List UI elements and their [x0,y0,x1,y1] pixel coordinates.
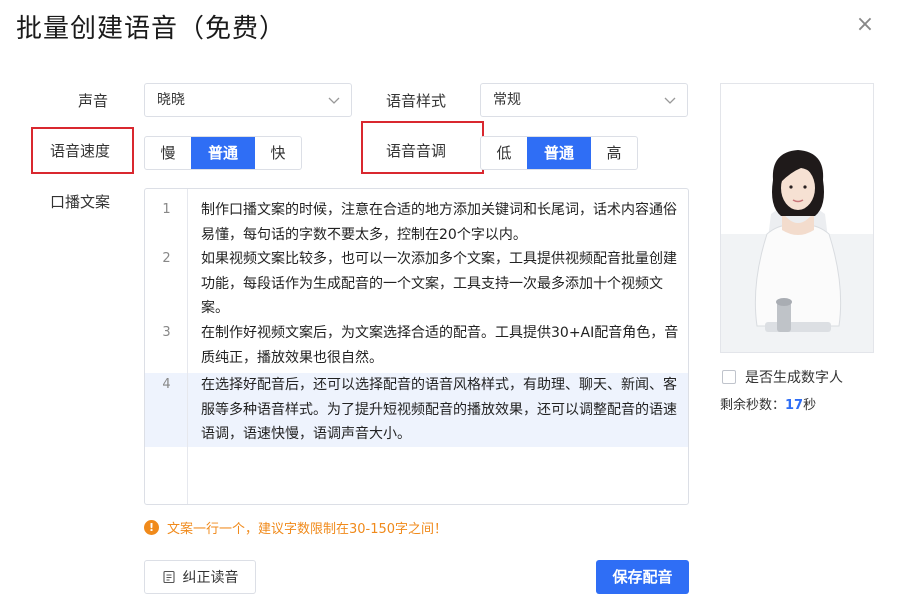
digital-human-avatar [721,84,873,352]
pitch-label: 语音音调 [386,142,447,160]
remaining-seconds-label: 剩余秒数： [720,398,786,413]
warning-icon: ! [144,520,159,535]
pitch-segmented-control: 低 普通 高 [480,136,638,170]
close-icon[interactable]: × [852,12,878,38]
speed-option-normal[interactable]: 普通 [191,137,255,169]
chevron-down-icon [664,97,676,104]
style-label: 语音样式 [386,92,447,110]
remaining-seconds: 剩余秒数：17秒 [720,394,816,413]
style-select-value: 常规 [493,92,521,108]
editor-line: 1 制作口播文案的时候，注意在合适的地方添加关键词和长尾词，话术内容通俗易懂，每… [145,198,688,247]
speed-segmented-control: 慢 普通 快 [144,136,302,170]
speed-option-slow[interactable]: 慢 [145,137,191,169]
remaining-seconds-value: 17 [785,398,804,413]
line-number-gutter [145,189,188,504]
voice-select[interactable]: 晓晓 [144,83,352,117]
speed-label: 语音速度 [50,142,111,160]
chevron-down-icon [328,97,340,104]
script-label: 口播文案 [50,193,111,211]
voice-label: 声音 [78,92,109,110]
line-text: 制作口播文案的时候，注意在合适的地方添加关键词和长尾词，话术内容通俗易懂，每句话… [201,202,677,243]
digital-human-checkbox-label: 是否生成数字人 [745,370,843,386]
document-icon [162,570,175,584]
voice-select-value: 晓晓 [157,92,185,108]
digital-human-checkbox[interactable] [722,370,736,384]
correct-pronunciation-button[interactable]: 纠正读音 [144,560,256,594]
script-editor[interactable]: 1 制作口播文案的时候，注意在合适的地方添加关键词和长尾词，话术内容通俗易懂，每… [144,188,689,505]
remaining-seconds-unit: 秒 [803,398,817,413]
speed-option-fast[interactable]: 快 [255,137,301,169]
warning-text: 文案一行一个，建议字数限制在30-150字之间！ [167,522,448,537]
line-text: 在制作好视频文案后，为文案选择合适的配音。工具提供30+AI配音角色，音质纯正，… [201,325,679,366]
digital-human-preview [720,83,874,353]
editor-line: 3 在制作好视频文案后，为文案选择合适的配音。工具提供30+AI配音角色，音质纯… [145,321,688,371]
correct-pronunciation-label: 纠正读音 [182,570,239,586]
script-warning: ! 文案一行一个，建议字数限制在30-150字之间！ [144,518,447,537]
pitch-option-low[interactable]: 低 [481,137,527,169]
pitch-option-high[interactable]: 高 [591,137,637,169]
dialog-title: 批量创建语音（免费） [16,14,287,44]
editor-line: 2 如果视频文案比较多，也可以一次添加多个文案，工具提供视频配音批量创建功能，每… [145,247,688,321]
style-select[interactable]: 常规 [480,83,688,117]
editor-line-highlighted: 4 在选择好配音后，还可以选择配音的语音风格样式，有助理、聊天、新闻、客服等多种… [145,373,688,447]
save-voice-button[interactable]: 保存配音 [596,560,689,594]
line-text: 如果视频文案比较多，也可以一次添加多个文案，工具提供视频配音批量创建功能，每段话… [201,251,677,316]
pitch-option-normal[interactable]: 普通 [527,137,591,169]
line-text: 在选择好配音后，还可以选择配音的语音风格样式，有助理、聊天、新闻、客服等多种语音… [201,377,677,442]
digital-human-option: 是否生成数字人 [722,367,843,387]
